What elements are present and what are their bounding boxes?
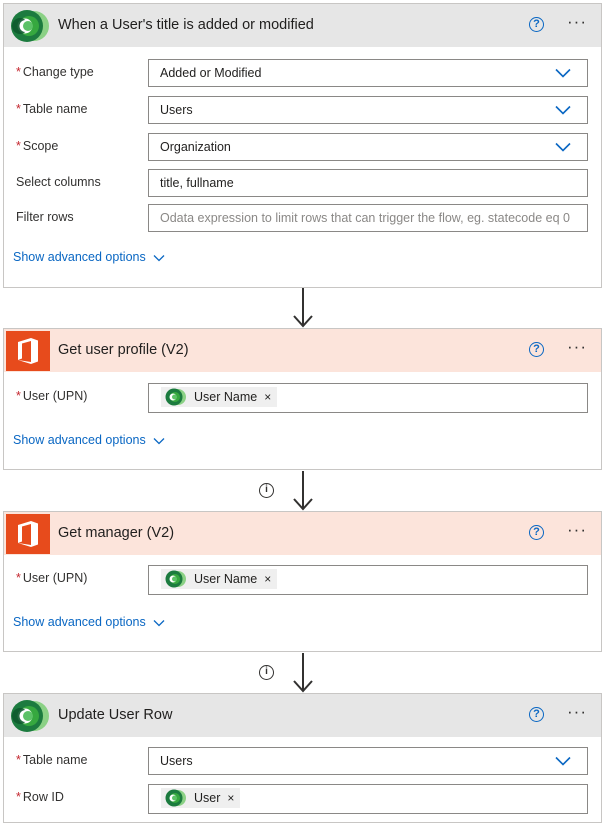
remove-token-icon[interactable]: × [227, 785, 234, 811]
get-user-profile-title: Get user profile (V2) [58, 342, 189, 358]
chevron-down-icon [555, 68, 571, 78]
filter-rows-label: Filter rows [16, 210, 74, 224]
trigger-card: When a User's title is added or modified… [3, 3, 602, 288]
chevron-down-icon [153, 254, 165, 262]
filter-rows-input[interactable]: Odata expression to limit rows that can … [148, 204, 588, 232]
more-icon[interactable]: ··· [567, 338, 589, 356]
dataverse-logo [6, 6, 50, 46]
user-name-token[interactable]: User Name × [161, 384, 278, 410]
table-name-label: * Table name [16, 102, 88, 116]
help-icon[interactable]: ? [529, 17, 544, 32]
arrow-down-icon [292, 653, 314, 693]
get-user-profile-card: Get user profile (V2) ? ··· * User (UPN) … [3, 328, 602, 470]
update-user-row-header[interactable]: Update User Row ? ··· [4, 694, 601, 737]
chevron-down-icon [153, 619, 165, 627]
chevron-down-icon [555, 105, 571, 115]
chevron-down-icon [555, 142, 571, 152]
show-advanced-options-link[interactable]: Show advanced options [13, 433, 165, 447]
show-advanced-options-link[interactable]: Show advanced options [13, 250, 165, 264]
trigger-header[interactable]: When a User's title is added or modified… [4, 4, 601, 47]
more-icon[interactable]: ··· [567, 13, 589, 31]
arrow-down-icon [292, 471, 314, 511]
office-logo [6, 514, 50, 554]
help-icon[interactable]: ? [529, 707, 544, 722]
table-name-label: * Table name [16, 753, 88, 767]
user-upn-label: * User (UPN) [16, 571, 88, 585]
user-token[interactable]: User × [161, 785, 241, 811]
row-id-label: * Row ID [16, 790, 64, 804]
row-id-input[interactable]: User × [148, 784, 588, 814]
select-columns-label: Select columns [16, 175, 101, 189]
chevron-down-icon [153, 437, 165, 445]
update-user-row-title: Update User Row [58, 707, 173, 723]
user-upn-input[interactable]: User Name × [148, 565, 588, 595]
more-icon[interactable]: ··· [567, 703, 589, 721]
scope-label: * Scope [16, 139, 59, 153]
dataverse-logo [6, 696, 50, 736]
user-name-token[interactable]: User Name × [161, 566, 278, 592]
change-type-dropdown[interactable]: Added or Modified [148, 59, 588, 87]
table-name-dropdown[interactable]: Users [148, 96, 588, 124]
arrow-down-icon [292, 288, 314, 328]
get-user-profile-header[interactable]: Get user profile (V2) ? ··· [4, 329, 601, 372]
change-type-label: * Change type [16, 65, 94, 79]
select-columns-input[interactable]: title, fullname [148, 169, 588, 197]
table-name-dropdown[interactable]: Users [148, 747, 588, 775]
update-user-row-card: Update User Row ? ··· * Table name Users … [3, 693, 602, 823]
scope-dropdown[interactable]: Organization [148, 133, 588, 161]
remove-token-icon[interactable]: × [264, 566, 271, 592]
chevron-down-icon [555, 756, 571, 766]
show-advanced-options-link[interactable]: Show advanced options [13, 615, 165, 629]
get-manager-card: Get manager (V2) ? ··· * User (UPN) User … [3, 511, 602, 652]
get-manager-title: Get manager (V2) [58, 525, 175, 541]
info-icon[interactable]: i [259, 665, 274, 680]
info-icon[interactable]: i [259, 483, 274, 498]
help-icon[interactable]: ? [529, 525, 544, 540]
remove-token-icon[interactable]: × [264, 384, 271, 410]
user-upn-label: * User (UPN) [16, 389, 88, 403]
get-manager-header[interactable]: Get manager (V2) ? ··· [4, 512, 601, 555]
user-upn-input[interactable]: User Name × [148, 383, 588, 413]
office-logo [6, 331, 50, 371]
dataverse-logo [163, 569, 187, 589]
help-icon[interactable]: ? [529, 342, 544, 357]
trigger-title: When a User's title is added or modified [58, 17, 314, 33]
dataverse-logo [163, 387, 187, 407]
dataverse-logo [163, 788, 187, 808]
more-icon[interactable]: ··· [567, 521, 589, 539]
